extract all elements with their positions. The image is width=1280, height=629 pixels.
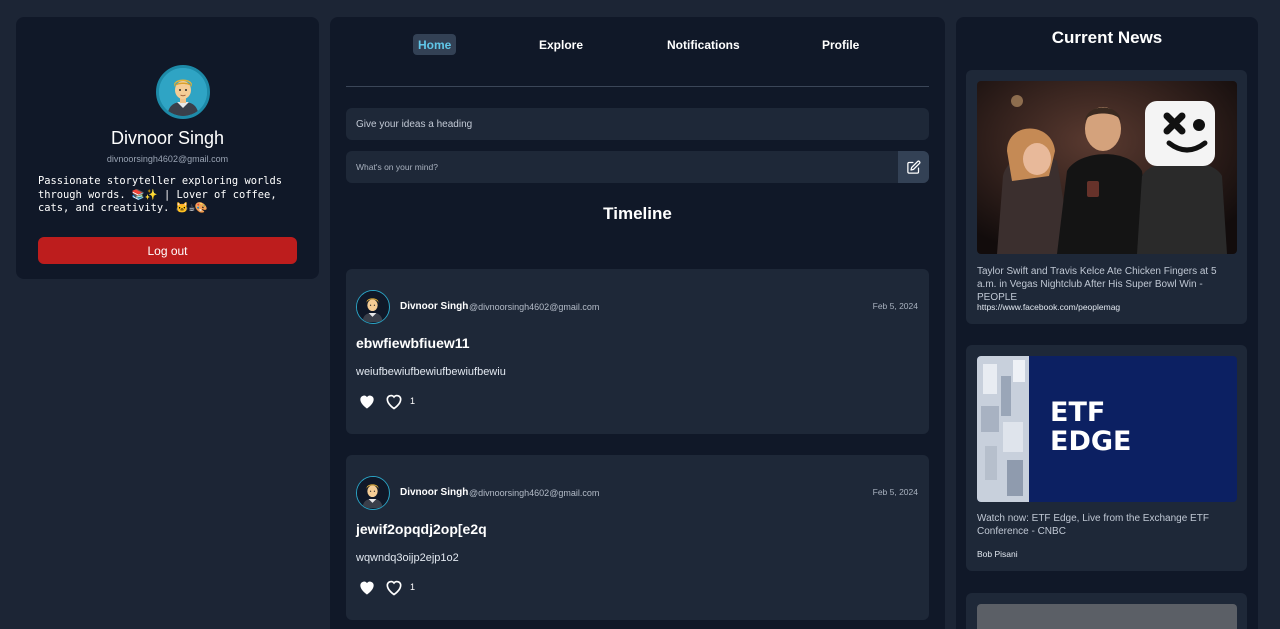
post-avatar[interactable] xyxy=(356,476,390,510)
post-title: ebwfiewbfiuew11 xyxy=(356,335,470,351)
main-panel: Home Explore Notifications Profile Timel… xyxy=(330,17,945,629)
news-card[interactable]: Taylor Swift and Travis Kelce Ate Chicke… xyxy=(966,70,1247,324)
profile-card: Divnoor Singh divnoorsingh4602@gmail.com… xyxy=(16,17,319,279)
news-image[interactable] xyxy=(977,604,1237,629)
post-author[interactable]: Divnoor Singh xyxy=(400,301,468,312)
post-handle: @divnoorsingh4602@gmail.com xyxy=(469,302,600,312)
heart-filled-icon[interactable] xyxy=(357,577,377,597)
nav-item-profile[interactable]: Profile xyxy=(817,34,864,55)
heading-input[interactable] xyxy=(346,108,929,140)
post-body-input[interactable] xyxy=(346,151,898,183)
news-photo-image xyxy=(977,81,1237,254)
heart-outline-icon[interactable] xyxy=(384,391,404,411)
news-card[interactable] xyxy=(966,593,1247,629)
post-handle: @divnoorsingh4602@gmail.com xyxy=(469,488,600,498)
post-card: Divnoor Singh @divnoorsingh4602@gmail.co… xyxy=(346,455,929,620)
like-count: 1 xyxy=(410,396,416,406)
profile-email: divnoorsingh4602@gmail.com xyxy=(106,154,229,164)
post-author[interactable]: Divnoor Singh xyxy=(400,487,468,498)
post-body: weiufbewiufbewiufbewiufbewiu xyxy=(356,366,506,378)
news-image[interactable]: ETF EDGE xyxy=(977,356,1237,502)
news-card[interactable]: ETF EDGE Watch now: ETF Edge, Live from … xyxy=(966,345,1247,571)
news-image[interactable] xyxy=(977,81,1237,254)
post-date: Feb 5, 2024 xyxy=(872,301,918,311)
nav-item-explore[interactable]: Explore xyxy=(534,34,588,55)
post-date: Feb 5, 2024 xyxy=(872,487,918,497)
news-image-text: ETF xyxy=(1050,397,1106,428)
post-composer xyxy=(346,151,929,183)
edit-icon xyxy=(907,160,921,174)
news-source[interactable]: Bob Pisani xyxy=(977,549,1018,559)
nav-item-home[interactable]: Home xyxy=(413,34,457,55)
heart-filled-icon[interactable] xyxy=(357,391,377,411)
avatar[interactable] xyxy=(156,65,210,119)
news-source[interactable]: https://www.facebook.com/peoplemag xyxy=(977,302,1120,312)
post-body: wqwndq3oijp2ejp1o2 xyxy=(356,552,459,564)
post-card: Divnoor Singh @divnoorsingh4602@gmail.co… xyxy=(346,269,929,434)
timeline-title: Timeline xyxy=(603,204,672,223)
profile-bio: Passionate storyteller exploring worlds … xyxy=(38,175,282,214)
nav-item-notifications[interactable]: Notifications xyxy=(662,34,745,55)
news-caption[interactable]: Watch now: ETF Edge, Live from the Excha… xyxy=(977,512,1237,538)
user-avatar-icon xyxy=(357,291,388,322)
post-avatar[interactable] xyxy=(356,290,390,324)
news-image-text: EDGE xyxy=(1050,426,1132,457)
post-title: jewif2opqdj2op[e2q xyxy=(356,521,487,537)
like-count: 1 xyxy=(410,582,416,592)
top-nav: Home Explore Notifications Profile xyxy=(330,17,945,69)
compose-button[interactable] xyxy=(898,151,929,183)
heart-outline-icon[interactable] xyxy=(384,577,404,597)
user-avatar-icon xyxy=(159,68,207,116)
news-caption[interactable]: Taylor Swift and Travis Kelce Ate Chicke… xyxy=(977,265,1237,304)
news-title: Current News xyxy=(1051,28,1163,47)
news-panel: Current News Taylor Swift and Travis Kel… xyxy=(956,17,1258,629)
profile-name: Divnoor Singh xyxy=(110,128,225,148)
nav-divider xyxy=(346,86,929,87)
logout-button[interactable]: Log out xyxy=(38,237,297,264)
cube-pattern-image xyxy=(977,356,1029,502)
user-avatar-icon xyxy=(357,477,388,508)
